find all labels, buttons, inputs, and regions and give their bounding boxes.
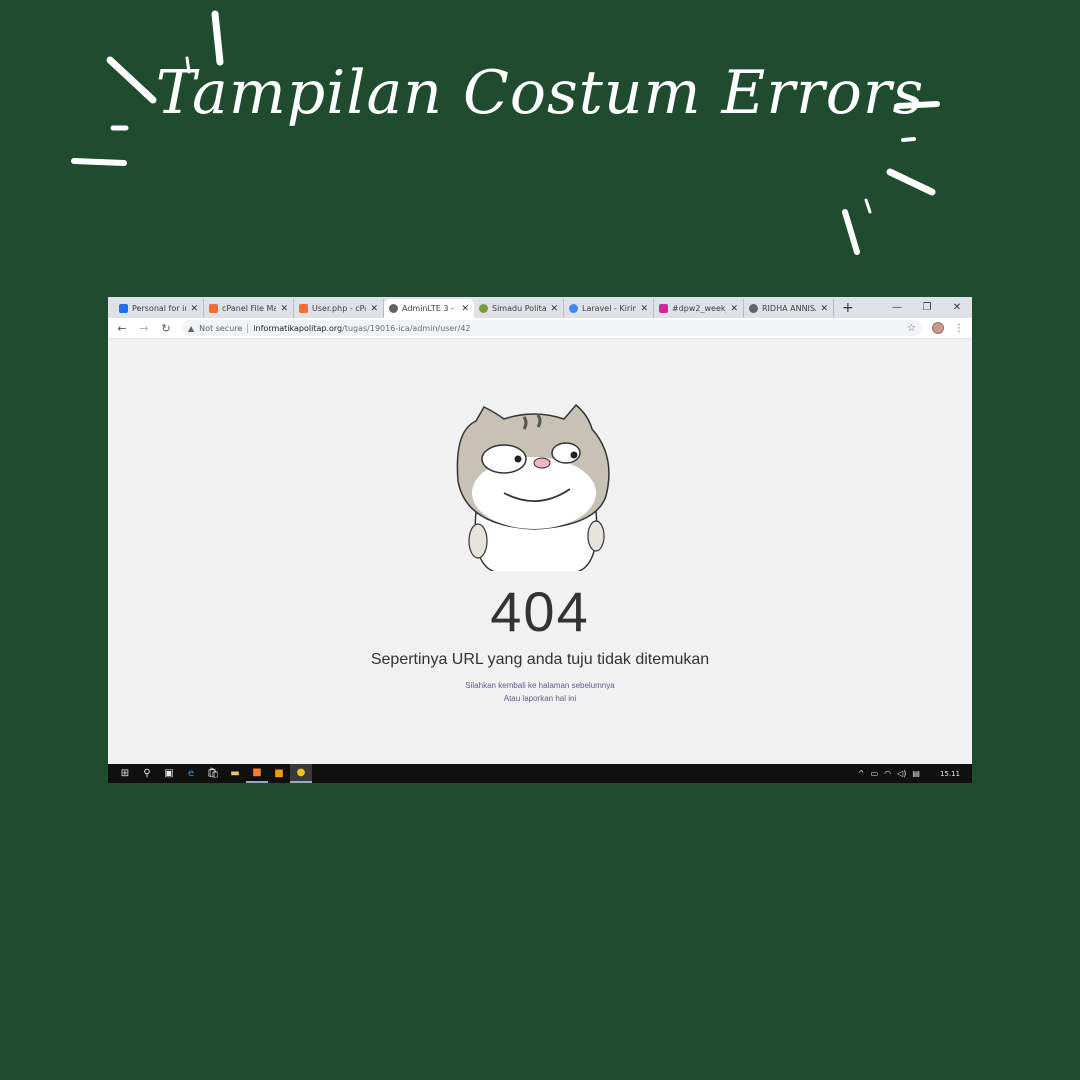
globe-icon <box>749 304 758 313</box>
notification-icon[interactable]: ▤ <box>912 769 920 778</box>
menu-kebab-icon[interactable]: ⋮ <box>954 323 964 334</box>
clock[interactable]: 15.11 <box>940 770 960 778</box>
windows-start-icon[interactable]: ⊞ <box>114 764 136 783</box>
google-c-icon <box>569 304 578 313</box>
battery-icon[interactable]: ▭ <box>871 769 879 778</box>
window-controls: — ❐ ✕ <box>882 297 972 318</box>
browser-tab[interactable]: #dpw2_week_ ✕ <box>654 299 744 318</box>
search-icon[interactable]: ⚲ <box>136 764 158 783</box>
simadu-icon <box>479 304 488 313</box>
close-window-icon[interactable]: ✕ <box>942 297 972 318</box>
close-icon[interactable]: ✕ <box>550 304 558 314</box>
close-icon[interactable]: ✕ <box>280 304 288 314</box>
minimize-icon[interactable]: — <box>882 297 912 318</box>
browser-tab[interactable]: Personal for in ✕ <box>114 299 204 318</box>
tab-label: User.php - cPa <box>312 304 367 313</box>
security-label: Not secure <box>199 323 243 333</box>
reload-icon[interactable]: ↻ <box>160 322 172 335</box>
personal-site-icon <box>119 304 128 313</box>
browser-tab[interactable]: User.php - cPa ✕ <box>294 299 384 318</box>
address-bar[interactable]: ▲ Not secure informatikapolitap.org/tuga… <box>182 320 922 336</box>
browser-tab-active[interactable]: AdminLTE 3 - ✕ <box>384 299 474 318</box>
browser-toolbar: ← → ↻ ▲ Not secure informatikapolitap.or… <box>108 318 972 339</box>
cpanel-icon <box>209 304 218 313</box>
error-code: 404 <box>490 580 590 643</box>
browser-tab[interactable]: Simadu Politap ✕ <box>474 299 564 318</box>
browser-tab[interactable]: RIDHA ANNISA ✕ <box>744 299 834 318</box>
new-tab-button[interactable]: + <box>834 300 862 318</box>
tab-label: cPanel File Ma <box>222 304 277 313</box>
task-view-icon[interactable]: ▣ <box>158 764 180 783</box>
chevron-up-icon[interactable]: ^ <box>858 769 865 778</box>
error-page: 404 Sepertinya URL yang anda tuju tidak … <box>108 339 972 764</box>
error-message: Sepertinya URL yang anda tuju tidak dite… <box>370 651 710 668</box>
url-host: informatikapolitap.org <box>253 323 343 333</box>
close-icon[interactable]: ✕ <box>190 304 198 314</box>
tab-label: Personal for in <box>132 304 187 313</box>
browser-window: Personal for in ✕ cPanel File Ma ✕ User.… <box>108 297 972 783</box>
avatar[interactable] <box>932 322 944 334</box>
cpanel-icon <box>299 304 308 313</box>
tab-label: Laravel - Kirim <box>582 304 637 313</box>
xampp-icon[interactable]: ■ <box>246 764 268 783</box>
sparkle-decoration <box>71 10 940 255</box>
file-explorer-icon[interactable]: ▬ <box>224 764 246 783</box>
sublime-icon[interactable]: ■ <box>268 764 290 783</box>
windows-taskbar: ⊞ ⚲ ▣ e 🛍 ▬ ■ ■ ● ^ ▭ ◠ ◁) ▤ 15.11 <box>108 764 972 783</box>
bookmark-star-icon[interactable]: ☆ <box>907 323 916 334</box>
close-icon[interactable]: ✕ <box>820 304 828 314</box>
tab-label: RIDHA ANNISA <box>762 304 817 313</box>
browser-tab[interactable]: Laravel - Kirim ✕ <box>564 299 654 318</box>
url-path: /tugas/19016-ica/admin/user/42 <box>342 323 471 333</box>
volume-icon[interactable]: ◁) <box>897 769 906 778</box>
system-tray: ^ ▭ ◠ ◁) ▤ 15.11 <box>858 764 972 783</box>
store-icon[interactable]: 🛍 <box>202 764 224 783</box>
close-icon[interactable]: ✕ <box>730 304 738 314</box>
back-arrow-icon[interactable]: ← <box>116 322 128 335</box>
tab-bar: Personal for in ✕ cPanel File Ma ✕ User.… <box>108 297 972 318</box>
instagram-icon <box>659 304 668 313</box>
globe-icon <box>389 304 398 313</box>
close-icon[interactable]: ✕ <box>370 304 378 314</box>
chrome-icon[interactable]: ● <box>290 764 312 783</box>
browser-tab[interactable]: cPanel File Ma ✕ <box>204 299 294 318</box>
edge-icon[interactable]: e <box>180 764 202 783</box>
divider <box>247 323 249 333</box>
cat-illustration <box>456 403 610 571</box>
forward-arrow-icon[interactable]: → <box>138 322 150 335</box>
tab-label: #dpw2_week_ <box>672 304 727 313</box>
tab-label: AdminLTE 3 - <box>402 304 454 313</box>
restore-icon[interactable]: ❐ <box>912 297 942 318</box>
back-link[interactable]: Silahkan kembali ke halaman sebelumnya <box>108 681 972 690</box>
poster-title: Tampilan Costum Errors <box>155 58 925 128</box>
wifi-icon[interactable]: ◠ <box>884 769 891 778</box>
tab-label: Simadu Politap <box>492 304 547 313</box>
warning-icon: ▲ <box>188 323 195 333</box>
close-icon[interactable]: ✕ <box>640 304 648 314</box>
close-icon[interactable]: ✕ <box>461 304 469 314</box>
report-link[interactable]: Atau laporkan hal ini <box>108 694 972 703</box>
